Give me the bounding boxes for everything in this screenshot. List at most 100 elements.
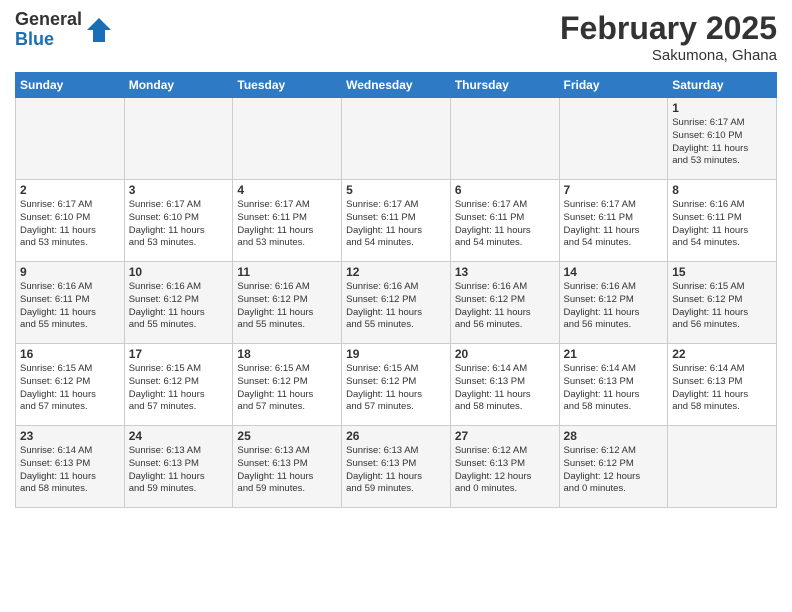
day-info: Sunrise: 6:17 AM Sunset: 6:11 PM Dayligh…	[455, 199, 555, 250]
day-number: 17	[129, 347, 229, 361]
day-number: 22	[672, 347, 772, 361]
day-number: 23	[20, 429, 120, 443]
day-cell	[342, 98, 451, 180]
day-info: Sunrise: 6:13 AM Sunset: 6:13 PM Dayligh…	[129, 445, 229, 496]
day-header-wednesday: Wednesday	[342, 73, 451, 98]
day-cell: 12Sunrise: 6:16 AM Sunset: 6:12 PM Dayli…	[342, 262, 451, 344]
logo-icon	[85, 16, 113, 44]
day-cell: 6 Sunrise: 6:17 AM Sunset: 6:11 PM Daylig…	[450, 180, 559, 262]
day-number: 8	[672, 183, 772, 197]
day-number: 5	[346, 183, 446, 197]
day-cell: 9 Sunrise: 6:16 AM Sunset: 6:11 PM Daylig…	[16, 262, 125, 344]
day-header-monday: Monday	[124, 73, 233, 98]
day-cell: 20 Sunrise: 6:14 AM Sunset: 6:13 PM Dayli…	[450, 344, 559, 426]
day-cell: 22 Sunrise: 6:14 AM Sunset: 6:13 PM Dayli…	[668, 344, 777, 426]
day-info: Sunrise: 6:17 AM Sunset: 6:11 PM Dayligh…	[237, 199, 337, 250]
day-cell: 23Sunrise: 6:14 AM Sunset: 6:13 PM Dayli…	[16, 426, 125, 508]
day-info: Sunrise: 6:16 AM Sunset: 6:12 PM Dayligh…	[237, 281, 337, 332]
day-number: 27	[455, 429, 555, 443]
day-cell: 3 Sunrise: 6:17 AM Sunset: 6:10 PM Daylig…	[124, 180, 233, 262]
day-cell: 19Sunrise: 6:15 AM Sunset: 6:12 PM Dayli…	[342, 344, 451, 426]
day-number: 1	[672, 101, 772, 115]
day-cell	[668, 426, 777, 508]
day-number: 9	[20, 265, 120, 279]
day-number: 26	[346, 429, 446, 443]
day-cell	[16, 98, 125, 180]
day-cell: 14Sunrise: 6:16 AM Sunset: 6:12 PM Dayli…	[559, 262, 668, 344]
day-info: Sunrise: 6:15 AM Sunset: 6:12 PM Dayligh…	[237, 363, 337, 414]
day-info: Sunrise: 6:16 AM Sunset: 6:12 PM Dayligh…	[564, 281, 664, 332]
day-number: 15	[672, 265, 772, 279]
day-info: Sunrise: 6:14 AM Sunset: 6:13 PM Dayligh…	[672, 363, 772, 414]
calendar-page: General Blue February 2025 Sakumona, Gha…	[0, 0, 792, 612]
day-header-sunday: Sunday	[16, 73, 125, 98]
week-row-2: 2 Sunrise: 6:17 AM Sunset: 6:10 PM Daylig…	[16, 180, 777, 262]
day-cell: 28Sunrise: 6:12 AM Sunset: 6:12 PM Dayli…	[559, 426, 668, 508]
calendar-header: SundayMondayTuesdayWednesdayThursdayFrid…	[16, 73, 777, 98]
calendar-body: 1 Sunrise: 6:17 AM Sunset: 6:10 PM Daylig…	[16, 98, 777, 508]
day-info: Sunrise: 6:17 AM Sunset: 6:10 PM Dayligh…	[20, 199, 120, 250]
location-subtitle: Sakumona, Ghana	[560, 47, 777, 64]
logo: General Blue	[15, 10, 113, 50]
day-cell: 13Sunrise: 6:16 AM Sunset: 6:12 PM Dayli…	[450, 262, 559, 344]
day-info: Sunrise: 6:13 AM Sunset: 6:13 PM Dayligh…	[346, 445, 446, 496]
day-info: Sunrise: 6:17 AM Sunset: 6:10 PM Dayligh…	[129, 199, 229, 250]
day-cell: 27 Sunrise: 6:12 AM Sunset: 6:13 PM Dayli…	[450, 426, 559, 508]
day-info: Sunrise: 6:17 AM Sunset: 6:11 PM Dayligh…	[564, 199, 664, 250]
day-info: Sunrise: 6:15 AM Sunset: 6:12 PM Dayligh…	[672, 281, 772, 332]
logo-blue: Blue	[15, 30, 82, 50]
day-info: Sunrise: 6:16 AM Sunset: 6:11 PM Dayligh…	[672, 199, 772, 250]
week-row-5: 23Sunrise: 6:14 AM Sunset: 6:13 PM Dayli…	[16, 426, 777, 508]
day-cell: 8 Sunrise: 6:16 AM Sunset: 6:11 PM Daylig…	[668, 180, 777, 262]
day-info: Sunrise: 6:14 AM Sunset: 6:13 PM Dayligh…	[564, 363, 664, 414]
day-cell: 25 Sunrise: 6:13 AM Sunset: 6:13 PM Dayli…	[233, 426, 342, 508]
day-number: 13	[455, 265, 555, 279]
day-info: Sunrise: 6:15 AM Sunset: 6:12 PM Dayligh…	[20, 363, 120, 414]
week-row-4: 16 Sunrise: 6:15 AM Sunset: 6:12 PM Dayli…	[16, 344, 777, 426]
title-block: February 2025 Sakumona, Ghana	[560, 10, 777, 64]
day-info: Sunrise: 6:17 AM Sunset: 6:10 PM Dayligh…	[672, 117, 772, 168]
day-cell	[559, 98, 668, 180]
day-info: Sunrise: 6:16 AM Sunset: 6:11 PM Dayligh…	[20, 281, 120, 332]
day-info: Sunrise: 6:14 AM Sunset: 6:13 PM Dayligh…	[455, 363, 555, 414]
day-number: 6	[455, 183, 555, 197]
day-number: 10	[129, 265, 229, 279]
week-row-1: 1 Sunrise: 6:17 AM Sunset: 6:10 PM Daylig…	[16, 98, 777, 180]
day-number: 2	[20, 183, 120, 197]
day-header-friday: Friday	[559, 73, 668, 98]
day-header-thursday: Thursday	[450, 73, 559, 98]
day-cell: 1 Sunrise: 6:17 AM Sunset: 6:10 PM Daylig…	[668, 98, 777, 180]
day-number: 12	[346, 265, 446, 279]
header: General Blue February 2025 Sakumona, Gha…	[15, 10, 777, 64]
day-number: 18	[237, 347, 337, 361]
days-header-row: SundayMondayTuesdayWednesdayThursdayFrid…	[16, 73, 777, 98]
day-header-tuesday: Tuesday	[233, 73, 342, 98]
day-number: 28	[564, 429, 664, 443]
day-cell	[450, 98, 559, 180]
day-cell: 24 Sunrise: 6:13 AM Sunset: 6:13 PM Dayli…	[124, 426, 233, 508]
calendar-table: SundayMondayTuesdayWednesdayThursdayFrid…	[15, 72, 777, 508]
day-number: 24	[129, 429, 229, 443]
day-number: 20	[455, 347, 555, 361]
day-cell	[124, 98, 233, 180]
day-number: 16	[20, 347, 120, 361]
month-title: February 2025	[560, 10, 777, 47]
day-cell	[233, 98, 342, 180]
day-number: 25	[237, 429, 337, 443]
day-info: Sunrise: 6:13 AM Sunset: 6:13 PM Dayligh…	[237, 445, 337, 496]
day-number: 21	[564, 347, 664, 361]
day-header-saturday: Saturday	[668, 73, 777, 98]
day-cell: 15 Sunrise: 6:15 AM Sunset: 6:12 PM Dayli…	[668, 262, 777, 344]
day-info: Sunrise: 6:16 AM Sunset: 6:12 PM Dayligh…	[129, 281, 229, 332]
day-number: 7	[564, 183, 664, 197]
day-number: 3	[129, 183, 229, 197]
day-cell: 26 Sunrise: 6:13 AM Sunset: 6:13 PM Dayli…	[342, 426, 451, 508]
logo-general: General	[15, 10, 82, 30]
day-cell: 4 Sunrise: 6:17 AM Sunset: 6:11 PM Daylig…	[233, 180, 342, 262]
day-cell: 16 Sunrise: 6:15 AM Sunset: 6:12 PM Dayli…	[16, 344, 125, 426]
day-number: 19	[346, 347, 446, 361]
day-info: Sunrise: 6:12 AM Sunset: 6:13 PM Dayligh…	[455, 445, 555, 496]
day-number: 11	[237, 265, 337, 279]
day-number: 4	[237, 183, 337, 197]
day-cell: 11 Sunrise: 6:16 AM Sunset: 6:12 PM Dayli…	[233, 262, 342, 344]
